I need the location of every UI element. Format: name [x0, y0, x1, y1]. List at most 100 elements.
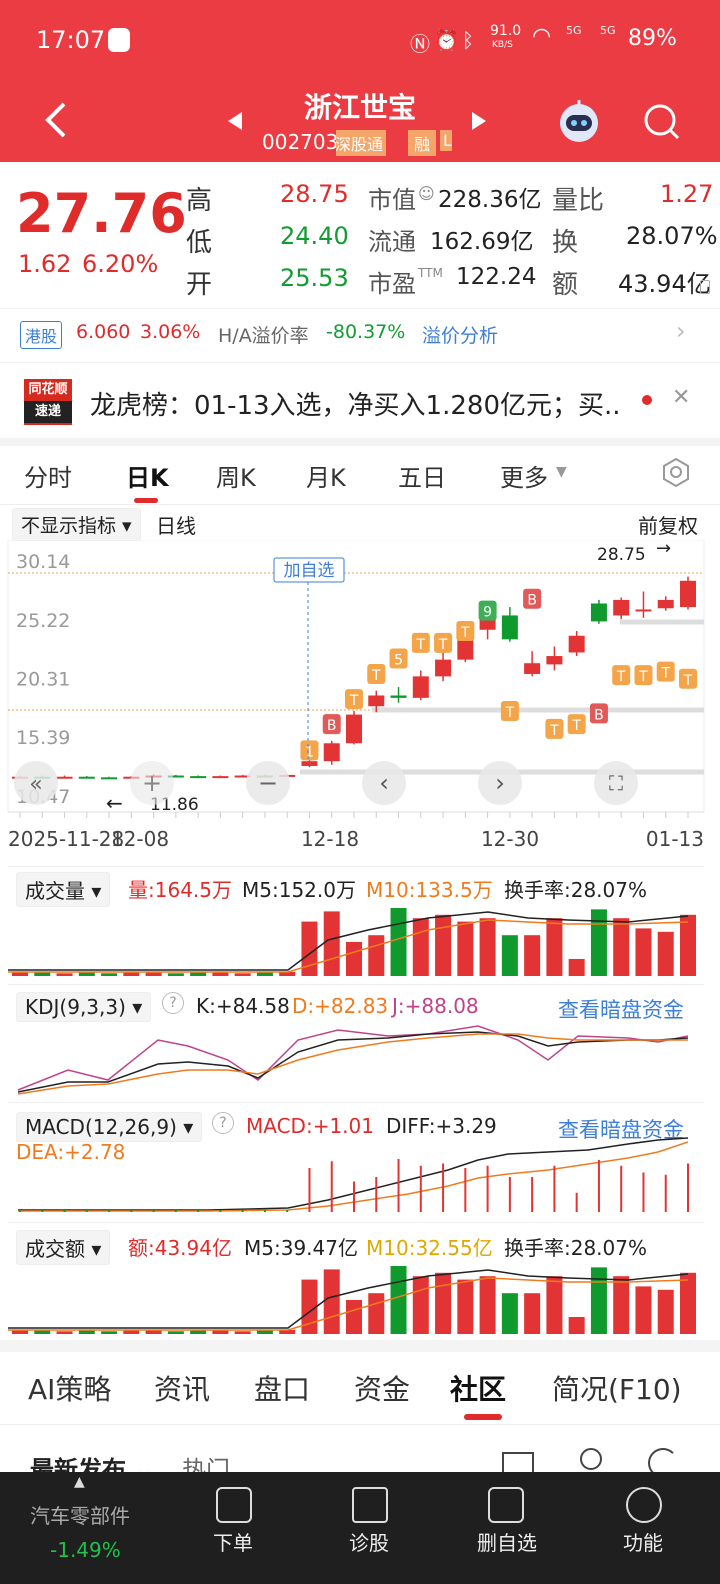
prev-stock-icon[interactable]	[226, 110, 244, 132]
indicator-select[interactable]: 不显示指标 ▾	[12, 508, 141, 541]
tab-weekly-k[interactable]: 周K	[216, 458, 256, 493]
vol-ratio-value: 1.27	[660, 180, 714, 208]
amount-label: 额	[552, 270, 579, 300]
volume-bar	[635, 928, 652, 976]
svg-text:T: T	[438, 637, 448, 653]
volume-bar	[12, 1330, 28, 1334]
sector-name[interactable]: 汽车零部件	[30, 1500, 130, 1529]
volume-bar	[412, 1276, 429, 1334]
signal-marker: T	[567, 714, 586, 735]
tab-intraday[interactable]: 分时	[24, 458, 72, 493]
svg-text:B: B	[527, 593, 537, 609]
candle-body	[568, 635, 585, 653]
volume-bar	[346, 942, 362, 976]
diagnose-icon[interactable]	[352, 1487, 388, 1523]
volume-bar	[212, 1330, 229, 1334]
tab-capital[interactable]: 资金	[354, 1368, 410, 1408]
tab-f10[interactable]: 简况(F10)	[552, 1368, 682, 1408]
svg-text:T: T	[349, 693, 359, 709]
candle-body	[412, 676, 429, 698]
caret-up-icon[interactable]: ▲	[74, 1474, 85, 1490]
high-mark-arrow: →	[656, 540, 671, 559]
tab-news[interactable]: 资讯	[154, 1368, 210, 1408]
order-icon[interactable]	[216, 1487, 252, 1523]
candle-body	[212, 776, 229, 779]
signal-label-1: 5G	[566, 24, 582, 37]
signal-marker: T	[634, 665, 653, 686]
footer-order[interactable]: 下单	[178, 1527, 288, 1556]
y-tick-label: 30.14	[16, 551, 70, 573]
tab-five-day[interactable]: 五日	[398, 458, 446, 493]
signal-marker: B	[589, 703, 608, 724]
alarm-icon: ⏰	[434, 28, 459, 52]
chart-settings-icon[interactable]	[660, 456, 692, 488]
tab-daily-k[interactable]: 日K	[126, 458, 169, 493]
volume-bar	[145, 1330, 162, 1334]
svg-text:«: «	[29, 772, 42, 797]
last-price: 27.76	[16, 182, 187, 245]
svg-text:B: B	[327, 718, 337, 734]
robot-assistant-icon[interactable]	[556, 98, 602, 144]
close-icon[interactable]: ✕	[672, 385, 690, 410]
volume-bar	[123, 972, 140, 976]
next-stock-icon[interactable]	[470, 110, 488, 132]
hk-price: 6.060	[76, 321, 131, 343]
volume-bar	[680, 1272, 696, 1334]
candle-body	[323, 743, 340, 762]
news-ticker[interactable]: 同花顺 速递 龙虎榜：01-13入选，净买入1.280亿元；买... ✕	[0, 362, 720, 438]
premium-value: -80.37%	[326, 321, 406, 343]
bottom-tab-indicator	[464, 1414, 502, 1420]
stock-code: 002703	[262, 130, 339, 154]
user-icon[interactable]	[580, 1448, 602, 1470]
volume-bar	[501, 1293, 518, 1334]
nfc-icon: Ⓝ	[410, 32, 430, 56]
svg-text:9: 9	[483, 605, 492, 621]
tab-monthly-k[interactable]: 月K	[306, 458, 346, 493]
qq-icon	[108, 28, 130, 52]
adjust-mode[interactable]: 前复权	[638, 510, 698, 539]
more-quote-icon[interactable]	[700, 280, 710, 294]
remove-watch-icon[interactable]	[488, 1487, 524, 1523]
amount-value: 43.94亿	[618, 270, 711, 298]
volume-bar	[613, 918, 630, 976]
volume-bar	[256, 1330, 273, 1334]
footer-remove-watch[interactable]: 删自选	[452, 1527, 562, 1556]
amount-m5: M5:39.47亿	[244, 1236, 358, 1260]
hk-premium-row[interactable]: 港股 6.060 3.06% H/A溢价率 -80.37% 溢价分析 ›	[0, 308, 720, 360]
kdj-lines	[17, 1025, 689, 1095]
amount-m10: M10:32.55亿	[366, 1236, 493, 1260]
message-icon[interactable]	[502, 1452, 534, 1474]
footer-diagnose[interactable]: 诊股	[314, 1527, 424, 1556]
signal-label-2: 5G	[600, 24, 616, 37]
tab-ai-strategy[interactable]: AI策略	[28, 1368, 111, 1408]
tab-community[interactable]: 社区	[450, 1368, 506, 1408]
low-value: 24.40	[280, 222, 349, 250]
news-text: 龙虎榜：01-13入选，净买入1.280亿元；买...	[90, 391, 620, 421]
kdj-indicator-select[interactable]: KDJ(9,3,3) ▾	[16, 992, 152, 1022]
back-icon[interactable]	[40, 100, 70, 140]
svg-text:T: T	[416, 637, 426, 653]
tab-order-book[interactable]: 盘口	[254, 1368, 310, 1408]
tab-more[interactable]: 更多	[500, 458, 548, 493]
svg-text:B: B	[594, 707, 604, 723]
y-tick-label: 25.22	[16, 610, 70, 632]
volume-bar	[568, 959, 585, 976]
search-icon[interactable]	[642, 102, 682, 142]
menu-icon[interactable]	[626, 1487, 662, 1523]
help-icon[interactable]: ?	[162, 992, 184, 1014]
footer-functions[interactable]: 功能	[588, 1527, 698, 1556]
hk-pct: 3.06%	[140, 321, 201, 343]
svg-text:T: T	[616, 669, 626, 685]
badge-shenzhen-connect: 深股通	[336, 130, 386, 156]
pe-label: 市盈	[368, 270, 416, 298]
kline-chart[interactable]: 30.1425.2220.3115.3910.47 1BTT5TTT9TBTTB…	[0, 540, 720, 860]
volume-bar	[546, 918, 563, 976]
volume-bar	[657, 1289, 674, 1334]
volume-m5: M5:152.0万	[242, 878, 356, 902]
volume-bar	[390, 1266, 407, 1334]
float-value: 162.69亿	[430, 229, 534, 255]
info-icon[interactable]: ☺	[418, 184, 435, 203]
premium-analysis-link[interactable]: 溢价分析	[422, 321, 498, 348]
volume-bar	[590, 909, 607, 976]
badge-l: L	[440, 130, 452, 151]
